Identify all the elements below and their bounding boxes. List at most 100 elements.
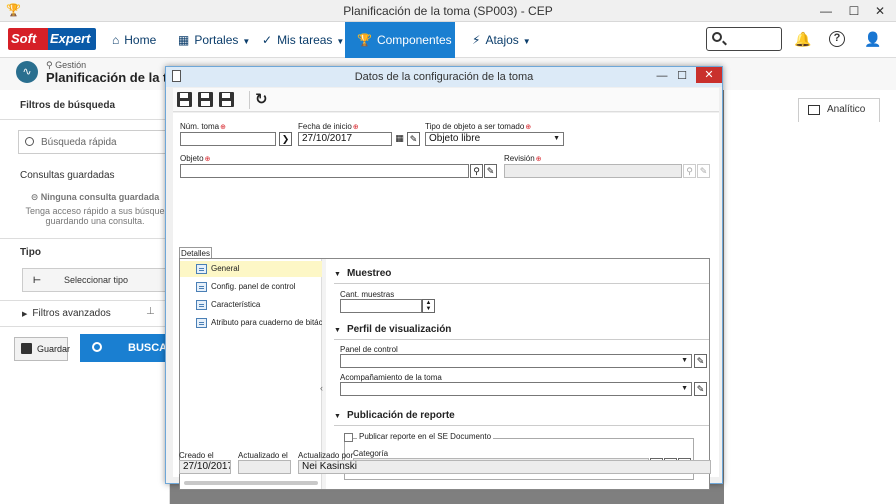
tipo-objeto-select[interactable]: Objeto libre ▼ <box>425 132 564 146</box>
nav-atajos-label: Atajos <box>485 33 519 47</box>
publicar-label: Publicar reporte en el SE Documento <box>357 432 494 441</box>
nav-portales[interactable]: ▦ Portales ▼ <box>170 22 258 58</box>
advanced-filters-label: Filtros avanzados <box>32 308 111 319</box>
actualizado-por-value: Nei Kasinski <box>298 460 711 474</box>
revision-label-text: Revisión <box>504 154 535 163</box>
collapse-icon: ▼ <box>334 271 341 278</box>
dialog-titlebar: Datos de la configuración de la toma — ☐… <box>166 67 722 87</box>
clear-icon[interactable]: ✎ <box>694 354 707 368</box>
clear-icon[interactable]: ✎ <box>484 164 497 178</box>
nav-mis-tareas[interactable]: ✓ Mis tareas ▼ <box>254 22 352 58</box>
window-titlebar: 🏆 Planificación de la toma (SP003) - CEP… <box>0 0 896 22</box>
stepper-icon[interactable]: ▲ ▼ <box>422 299 435 313</box>
toolbar-separator <box>249 91 250 109</box>
window-title: Planificación de la toma (SP003) - CEP <box>343 4 553 18</box>
fecha-inicio-input[interactable]: 27/10/2017 <box>298 132 392 146</box>
divider <box>0 326 170 327</box>
broom-icon[interactable]: ⊥ <box>146 306 155 317</box>
save-close-icon[interactable] <box>219 92 234 107</box>
nav-home-label: Home <box>124 33 157 47</box>
bell-icon[interactable]: 🔔 <box>794 30 812 48</box>
caret-down-icon: ▼ <box>522 37 531 46</box>
caret-down-icon: ▼ <box>242 37 251 46</box>
perfil-header[interactable]: ▼ Perfil de visualización <box>334 324 709 340</box>
objeto-input[interactable] <box>180 164 469 178</box>
caret-down-icon: ▼ <box>336 37 345 46</box>
close-dialog-icon[interactable]: ✕ <box>696 67 722 83</box>
tree-item-caracteristica[interactable]: Característica <box>180 297 322 313</box>
tree-item-config-panel[interactable]: Config. panel de control <box>180 279 322 295</box>
global-search-input[interactable] <box>706 27 782 51</box>
muestreo-header[interactable]: ▼ Muestreo <box>334 268 709 284</box>
fecha-inicio-label-text: Fecha de inicio <box>298 122 352 131</box>
num-toma-input[interactable] <box>180 132 276 146</box>
tab-analitico[interactable]: Analítico <box>798 98 880 122</box>
nav-home[interactable]: ⌂ Home <box>104 22 164 58</box>
required-icon: ⊕ <box>204 156 211 163</box>
save-icon[interactable] <box>198 92 213 107</box>
bolt-icon: ⚡ <box>472 33 481 47</box>
dropdown-arrow-icon: ▼ <box>553 135 560 142</box>
minimize-icon[interactable]: — <box>812 0 840 22</box>
fecha-inicio-label: Fecha de inicio⊕ <box>298 122 359 131</box>
config-dialog: Datos de la configuración de la toma — ☐… <box>165 66 723 490</box>
publicacion-header[interactable]: ▼ Publicación de reporte <box>334 410 709 426</box>
publicar-checkbox[interactable] <box>344 433 353 442</box>
publicacion-title: Publicación de reporte <box>346 410 455 421</box>
tree-scrollbar[interactable] <box>184 481 318 485</box>
collapse-icon: ▼ <box>334 413 341 420</box>
save-query-label: Guardar <box>37 344 71 354</box>
cant-muestras-label: Cant. muestras <box>340 290 395 299</box>
save-query-button[interactable]: Guardar <box>14 337 71 361</box>
clear-icon[interactable]: ✎ <box>694 382 707 396</box>
tree-item-general[interactable]: General <box>180 261 322 277</box>
calendar-icon[interactable]: ▦ <box>393 132 406 146</box>
dialog-footer: Creado el 27/10/2017 Actualizado el Actu… <box>173 451 719 477</box>
main-content-area <box>724 90 896 504</box>
maximize-icon[interactable]: ☐ <box>672 67 692 85</box>
home-icon: ⌂ <box>112 33 120 47</box>
select-type-button[interactable]: ⊢ Seleccionar tipo <box>22 268 170 292</box>
num-toma-label: Núm. toma⊕ <box>180 122 226 131</box>
nav-atajos[interactable]: ⚡ Atajos ▼ <box>464 22 539 58</box>
search-icon[interactable]: ⚲ <box>470 164 483 178</box>
refresh-icon[interactable]: ↻ <box>255 92 270 107</box>
search-button[interactable]: BUSCAR <box>80 334 175 362</box>
minimize-icon[interactable]: — <box>652 67 672 85</box>
nav-componentes-label: Componentes <box>376 33 452 47</box>
required-icon: ⊕ <box>535 156 542 163</box>
nav-componentes[interactable]: 🏆 Componentes ▼ <box>345 22 464 58</box>
tree-item-label: General <box>211 264 240 273</box>
quick-search-input[interactable]: Búsqueda rápida <box>18 130 170 154</box>
search-icon <box>25 137 34 146</box>
tipo-objeto-label: Tipo de objeto a ser tomado⊕ <box>425 122 531 131</box>
help-icon[interactable]: ? <box>829 31 845 47</box>
tab-analitico-label: Analítico <box>827 104 866 115</box>
tree-item-atributo[interactable]: Atributo para cuaderno de bitác <box>180 315 322 331</box>
chevron-left-icon[interactable]: ‹ <box>320 383 323 393</box>
maximize-icon[interactable]: ☐ <box>840 0 868 22</box>
quick-search-placeholder: Búsqueda rápida <box>41 137 117 148</box>
clear-date-icon[interactable]: ✎ <box>407 132 420 146</box>
save-new-icon[interactable] <box>177 92 192 107</box>
search-icon <box>712 32 722 42</box>
table-icon <box>808 105 820 115</box>
arrow-right-button[interactable]: ❯ <box>279 132 292 146</box>
user-icon[interactable]: 👤 <box>864 30 882 48</box>
top-navigation: Soft Expert ⌂ Home ▦ Portales ▼ ✓ Mis tareas… <box>0 22 896 58</box>
actualizado-label: Actualizado el <box>238 451 288 460</box>
actualizado-por-label: Actualizado por <box>298 451 354 460</box>
acompanamiento-select[interactable]: ▼ <box>340 382 692 396</box>
num-toma-label-text: Núm. toma <box>180 122 220 131</box>
nav-portales-label: Portales <box>194 33 239 47</box>
logo-soft: Soft <box>8 28 48 50</box>
creado-value: 27/10/2017 <box>179 460 231 474</box>
nav-mis-tareas-label: Mis tareas <box>277 33 333 47</box>
panel-control-select[interactable]: ▼ <box>340 354 692 368</box>
dialog-body: Núm. toma⊕ ❯ Fecha de inicio⊕ 27/10/2017… <box>173 113 719 490</box>
cant-muestras-input[interactable] <box>340 299 422 313</box>
select-type-label: Seleccionar tipo <box>63 275 129 285</box>
pulse-icon: ∿ <box>16 61 38 83</box>
close-window-icon[interactable]: ✕ <box>866 0 894 22</box>
objeto-label: Objeto⊕ <box>180 154 210 163</box>
